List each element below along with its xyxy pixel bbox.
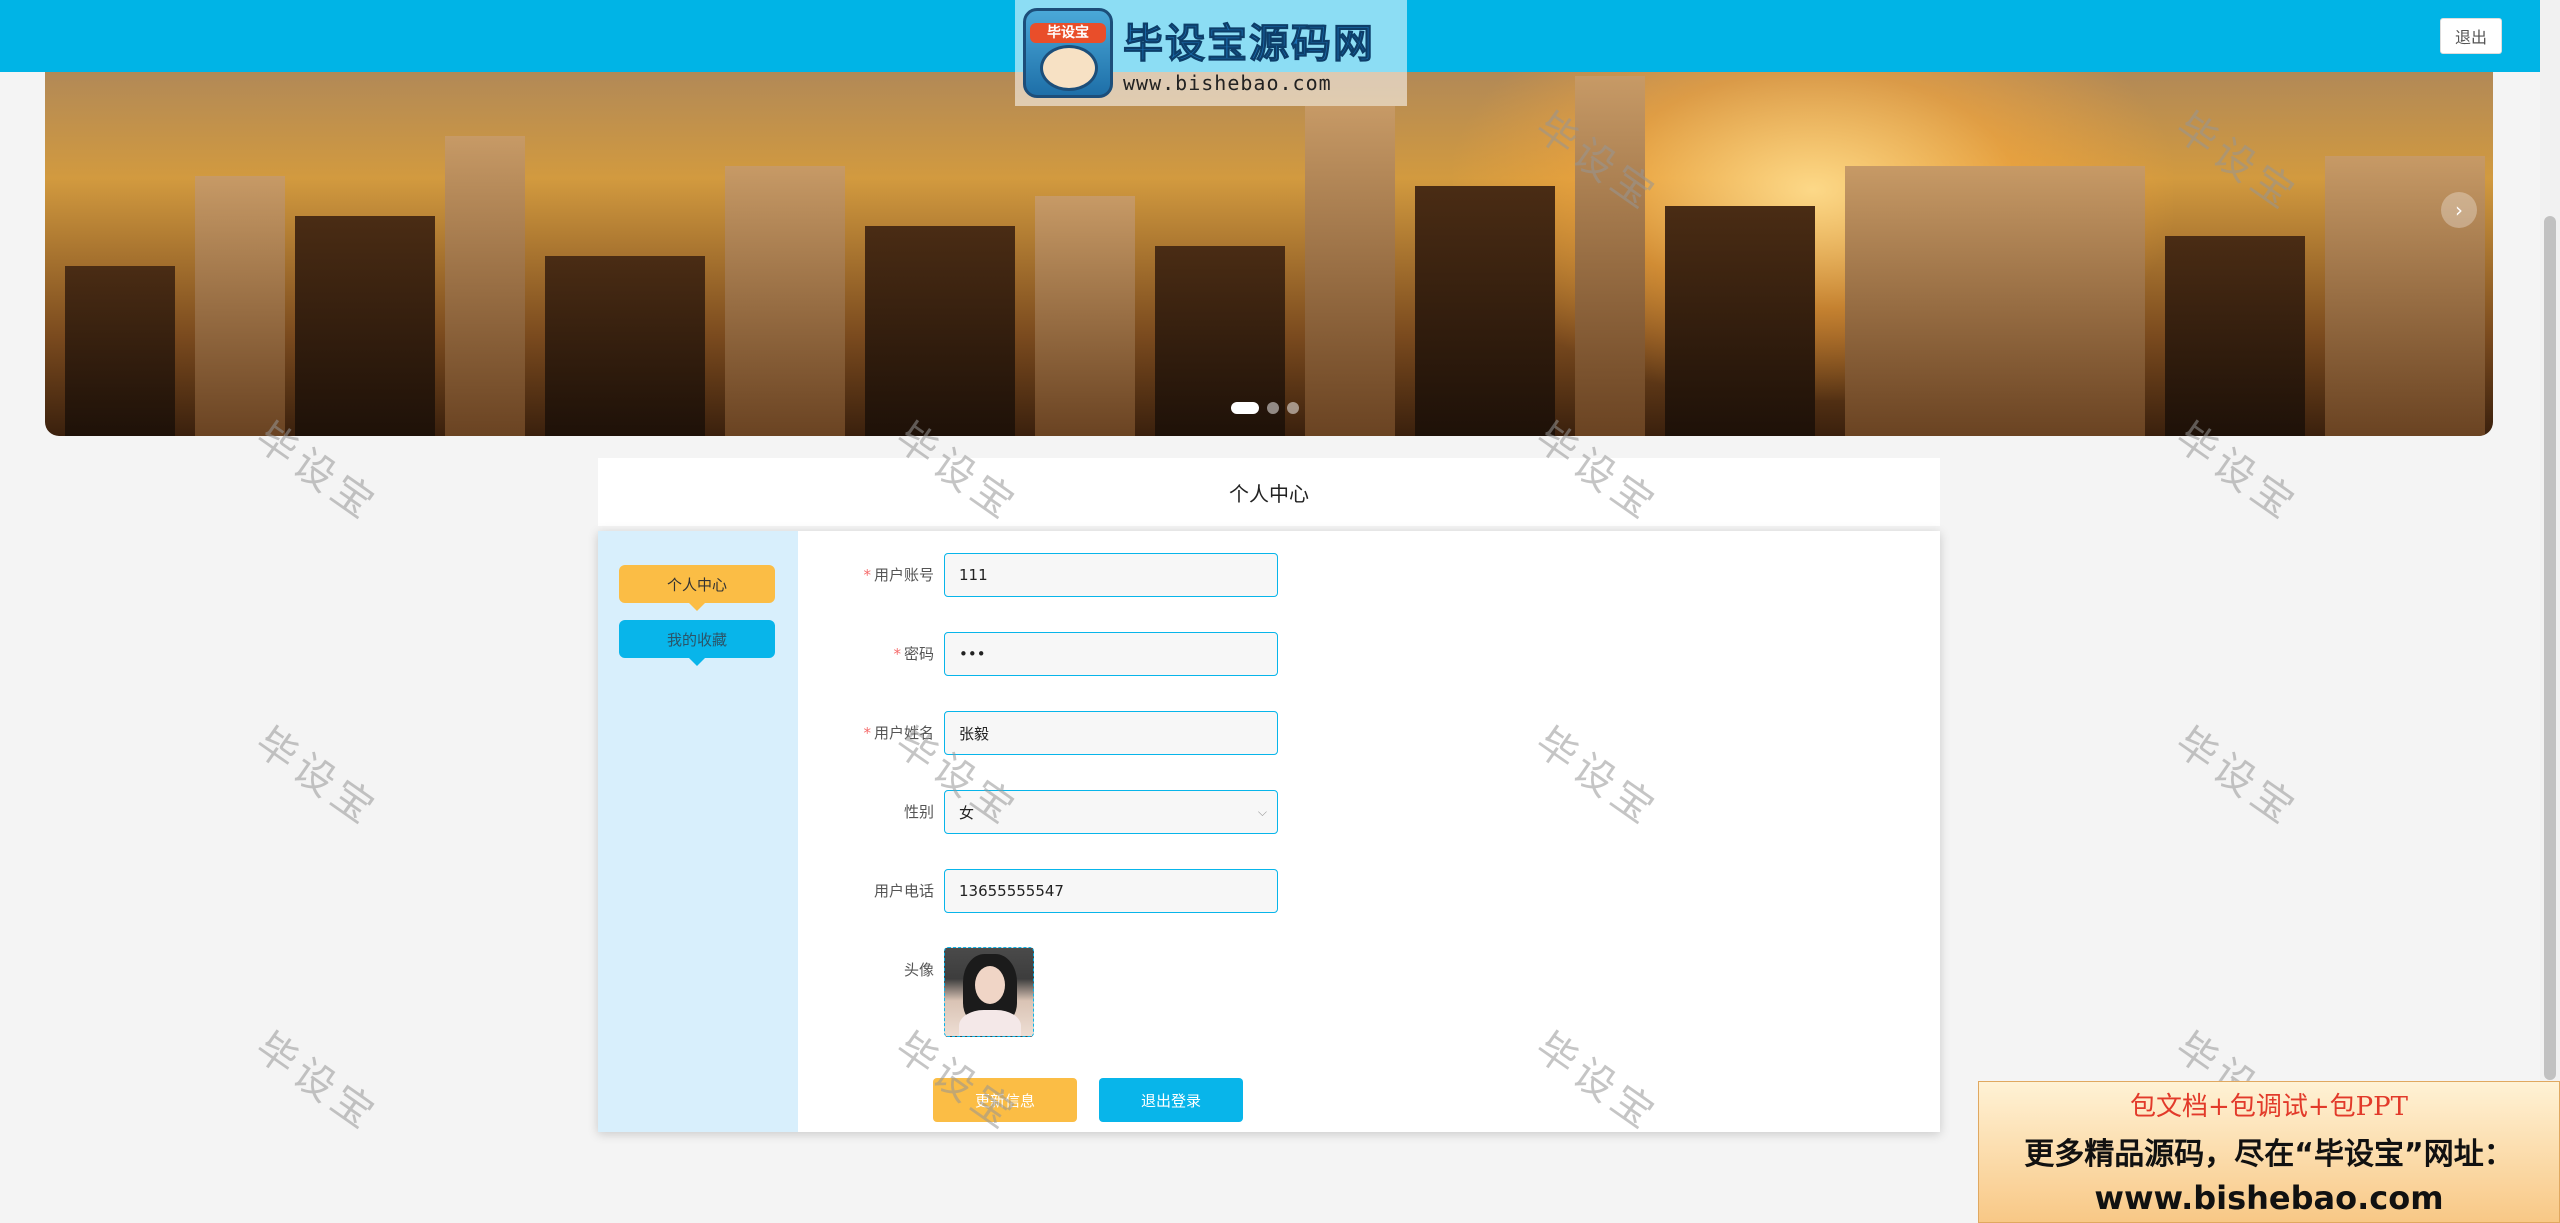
watermark: 毕设宝 [246,1023,387,1141]
avatar-upload[interactable] [944,947,1034,1037]
promo-banner[interactable]: 包文档+包调试+包PPT 更多精品源码，尽在“毕设宝”网址： www.bishe… [1978,1081,2560,1223]
page-scrollbar[interactable] [2540,0,2560,1223]
logo-url: www.bishebao.com [1123,71,1332,95]
watermark: 毕设宝 [2166,718,2307,836]
chevron-right-icon[interactable]: › [2441,192,2477,228]
phone-label: 用户电话 [873,882,934,900]
scrollbar-thumb[interactable] [2544,216,2556,1080]
gender-label: 性别 [903,803,934,821]
sidebar: 个人中心 我的收藏 [598,531,798,1132]
logo-mascot-icon: 毕设宝 [1023,8,1113,98]
sidebar-item-favorites[interactable]: 我的收藏 [619,620,775,666]
password-input[interactable]: ••• [944,632,1278,676]
logo-name: 毕设宝源码网 [1123,21,1375,68]
promo-line-1: 包文档+包调试+包PPT [2130,1092,2408,1122]
update-info-button[interactable]: 更新信息 [933,1078,1077,1122]
carousel-dot[interactable] [1231,402,1259,414]
gender-select[interactable]: 女 ⌵ [944,790,1278,834]
top-logout-button[interactable]: 退出 [2440,18,2502,54]
promo-line-2: 更多精品源码，尽在“毕设宝”网址： [2024,1137,2514,1172]
page-title: 个人中心 [598,458,1940,526]
carousel-dot[interactable] [1267,402,1279,414]
account-input[interactable]: 111 [944,553,1278,597]
phone-input[interactable]: 13655555547 [944,869,1278,913]
avatar-label: 头像 [903,961,934,979]
password-label: * 密码 [893,645,934,663]
profile-card: 个人中心 我的收藏 * 用户账号 111 * 密码 ••• * 用户姓名 张毅 性别 … [598,531,1940,1132]
name-input[interactable]: 张毅 [944,711,1278,755]
watermark: 毕设宝 [246,718,387,836]
chevron-down-icon: ⌵ [1257,805,1267,819]
carousel-dots [1231,402,1299,414]
carousel-dot[interactable] [1287,402,1299,414]
promo-line-3: www.bishebao.com [2094,1179,2444,1217]
name-label: * 用户姓名 [863,724,934,742]
site-logo: 毕设宝 毕设宝源码网 www.bishebao.com [1015,0,1407,106]
logout-button[interactable]: 退出登录 [1099,1078,1243,1122]
account-label: * 用户账号 [863,566,934,584]
sidebar-item-profile[interactable]: 个人中心 [619,565,775,611]
